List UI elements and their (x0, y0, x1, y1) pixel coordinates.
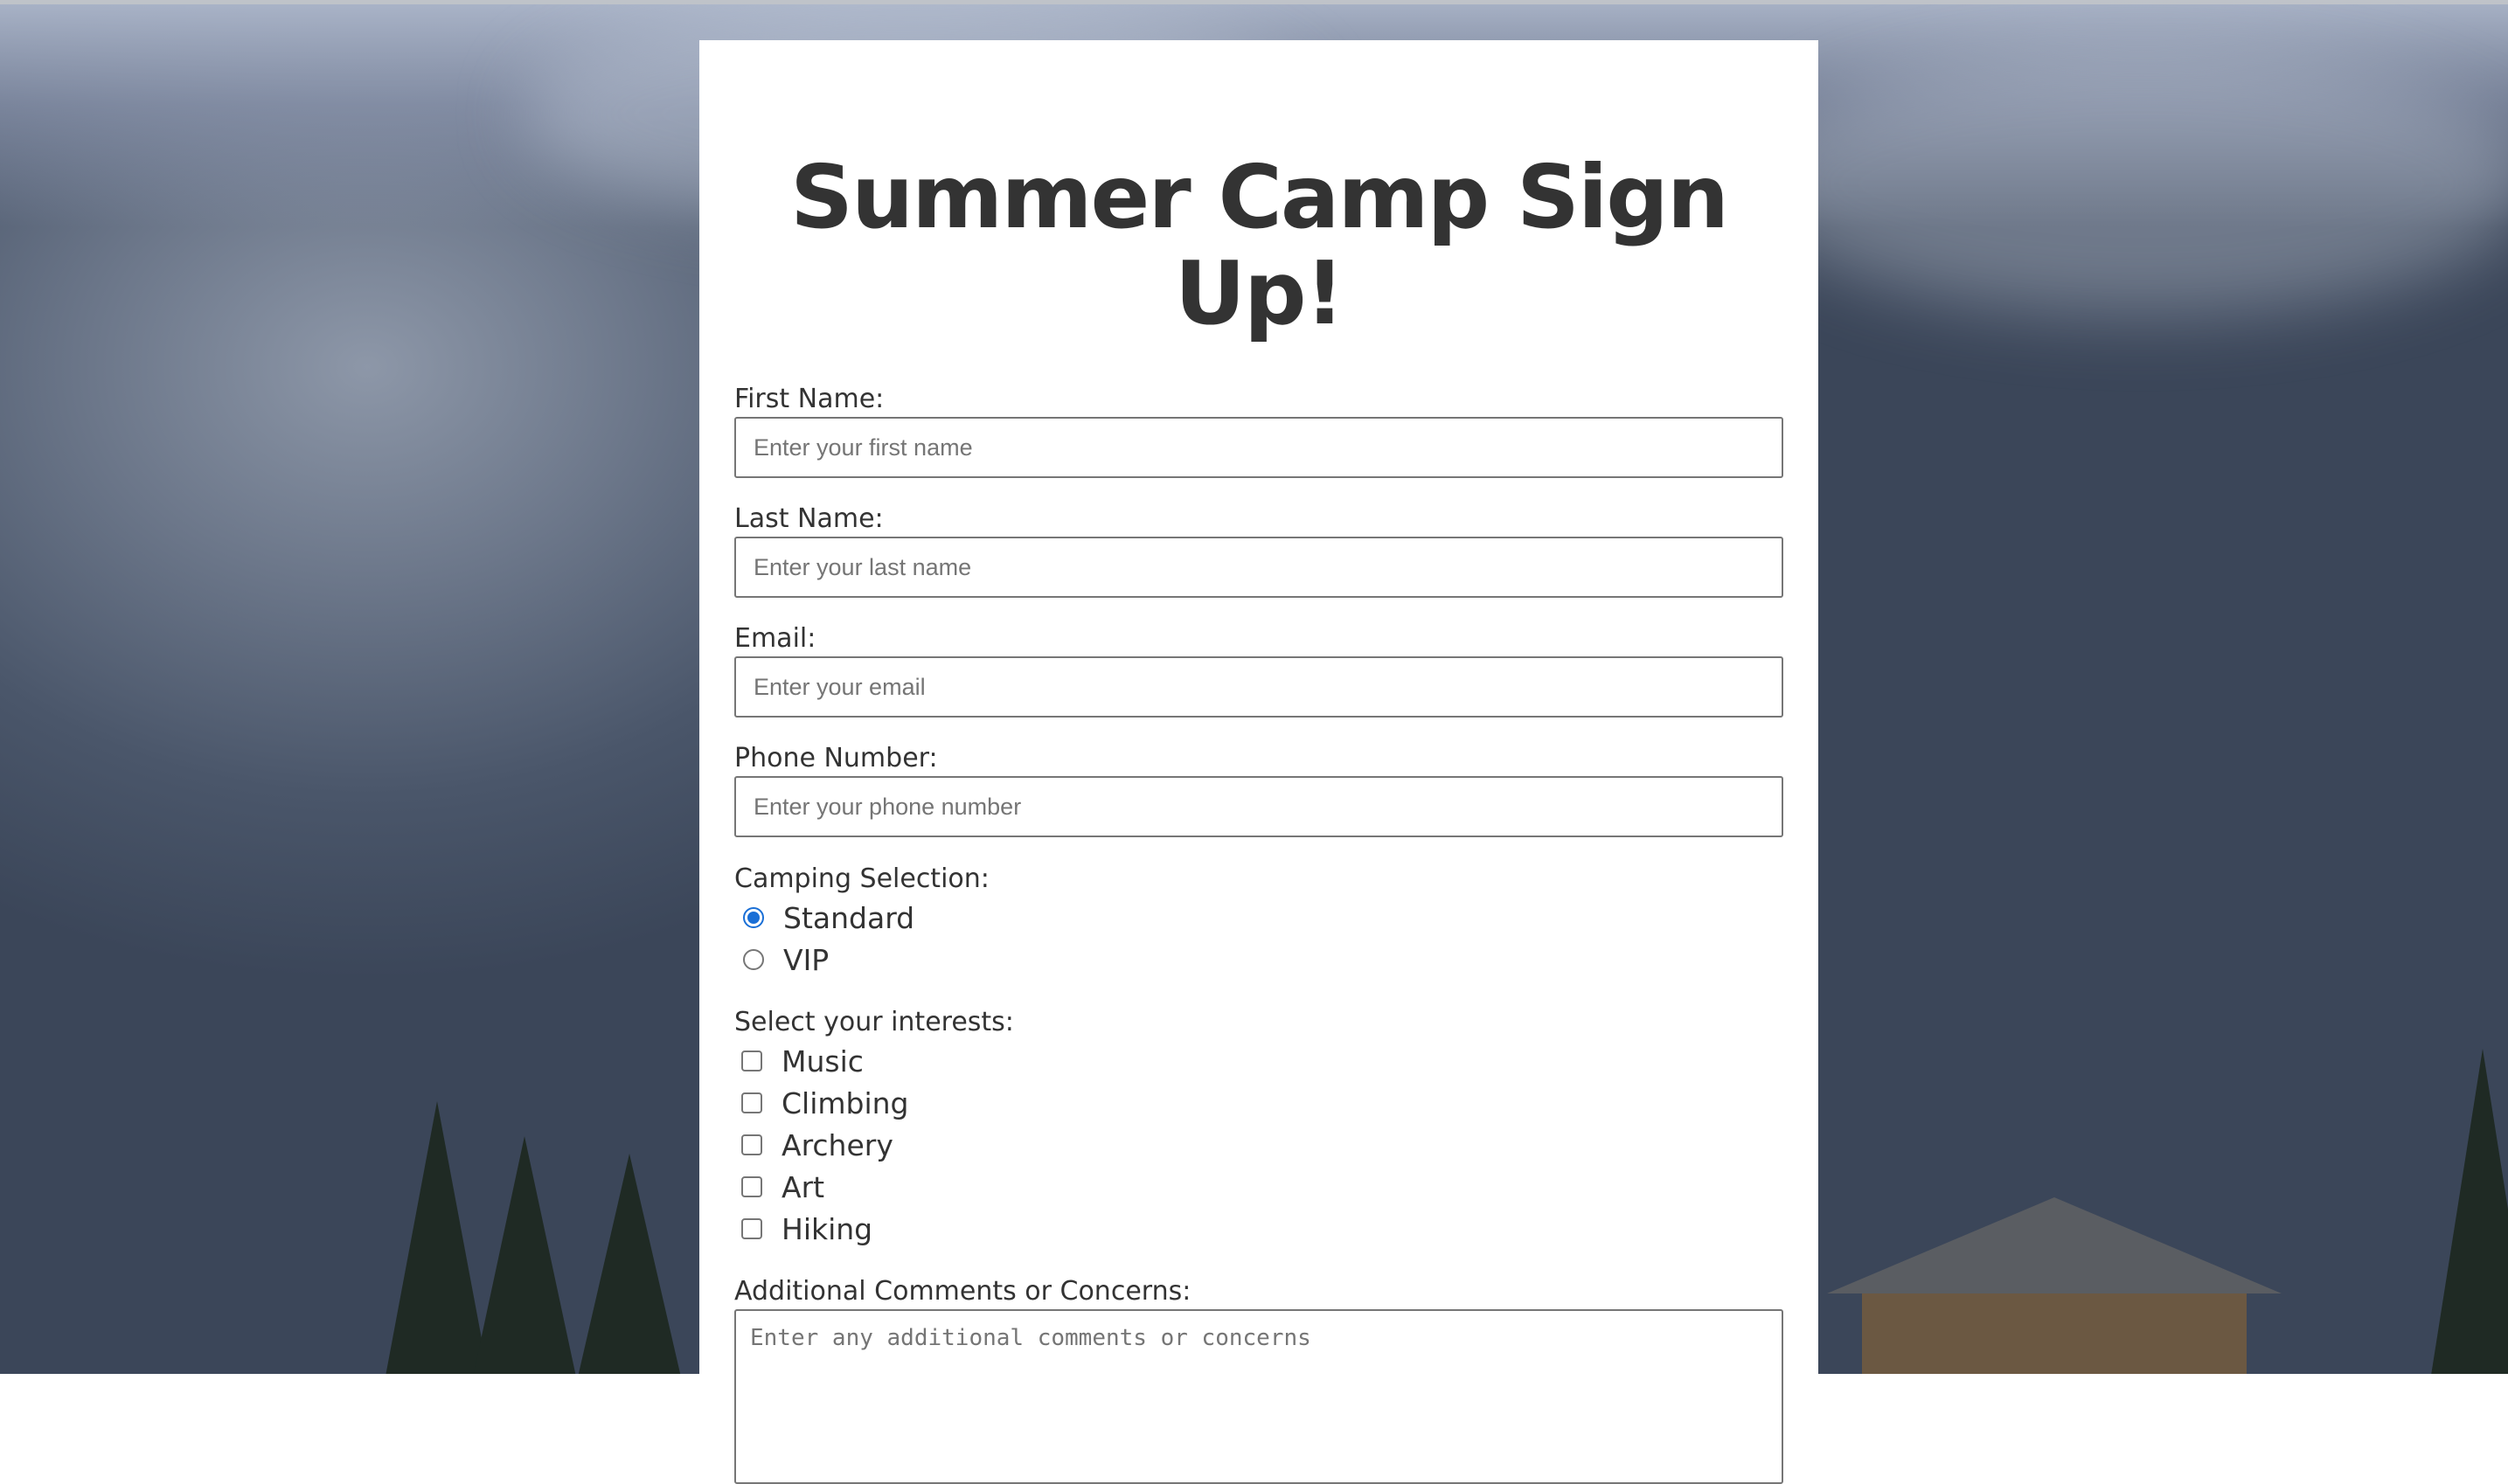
email-label: Email: (734, 623, 816, 654)
first-name-input[interactable] (734, 417, 1783, 478)
tree-decoration (472, 1136, 577, 1374)
interest-option-climbing[interactable]: Climbing (734, 1082, 1783, 1124)
cabin-image (1827, 1197, 2282, 1374)
tree-decoration (577, 1154, 682, 1374)
email-input[interactable] (734, 656, 1783, 718)
last-name-input[interactable] (734, 537, 1783, 598)
checkbox[interactable] (741, 1218, 762, 1239)
interest-option-label: Art (782, 1169, 825, 1204)
camping-option-label: Standard (783, 900, 915, 935)
interest-option-label: Hiking (782, 1211, 873, 1246)
checkbox[interactable] (741, 1176, 762, 1197)
radio-button[interactable] (743, 907, 764, 928)
camping-option-label: VIP (783, 942, 830, 977)
browser-top-edge (0, 0, 2508, 4)
interest-option-label: Music (782, 1044, 864, 1078)
signup-form: First Name: Last Name: Email: Phone Numb… (734, 384, 1783, 1484)
phone-label: Phone Number: (734, 743, 938, 773)
interest-option-art[interactable]: Art (734, 1166, 1783, 1208)
checkbox[interactable] (741, 1134, 762, 1155)
checkbox[interactable] (741, 1051, 762, 1071)
camping-selection-label: Camping Selection: (734, 863, 990, 894)
radio-button[interactable] (743, 949, 764, 970)
first-name-label: First Name: (734, 384, 885, 414)
tree-decoration (2430, 1049, 2508, 1374)
interest-option-label: Archery (782, 1127, 893, 1162)
comments-label: Additional Comments or Concerns: (734, 1276, 1191, 1307)
last-name-label: Last Name: (734, 503, 884, 534)
page-title: Summer Camp Sign Up! (789, 146, 1729, 344)
signup-form-card: Summer Camp Sign Up! First Name: Last Na… (699, 40, 1818, 1484)
interest-option-hiking[interactable]: Hiking (734, 1208, 1783, 1250)
interest-option-music[interactable]: Music (734, 1040, 1783, 1082)
camping-radio-group: Standard VIP (734, 897, 1783, 981)
comments-textarea[interactable] (734, 1309, 1783, 1484)
phone-input[interactable] (734, 776, 1783, 837)
interests-checkbox-group: Music Climbing Archery Art Hiking (734, 1040, 1783, 1250)
interest-option-archery[interactable]: Archery (734, 1124, 1783, 1166)
interest-option-label: Climbing (782, 1085, 909, 1120)
camping-option-vip[interactable]: VIP (734, 939, 1783, 981)
checkbox[interactable] (741, 1092, 762, 1113)
interests-label: Select your interests: (734, 1007, 1014, 1037)
camping-option-standard[interactable]: Standard (734, 897, 1783, 939)
